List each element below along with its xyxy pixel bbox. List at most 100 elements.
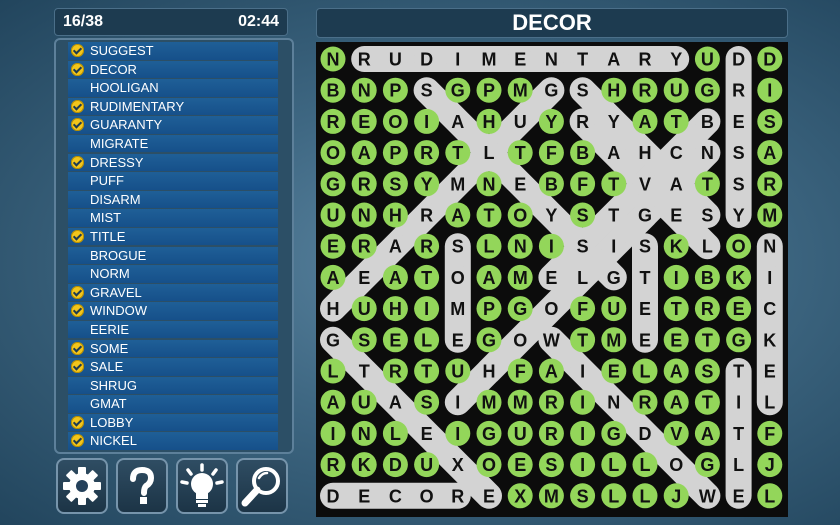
grid-cell[interactable]: E [351, 483, 377, 509]
grid-cell[interactable]: S [538, 452, 564, 478]
grid-cell[interactable]: G [601, 420, 627, 446]
grid-cell[interactable]: C [382, 483, 408, 509]
grid-cell[interactable]: I [538, 233, 564, 259]
help-button[interactable] [116, 458, 168, 514]
grid-cell[interactable]: Y [663, 46, 689, 72]
grid-cell[interactable]: A [663, 389, 689, 415]
grid-cell[interactable]: S [414, 77, 440, 103]
grid-cell[interactable]: B [320, 77, 346, 103]
grid-cell[interactable]: Y [538, 202, 564, 228]
grid-cell[interactable]: L [476, 140, 502, 166]
grid-cell[interactable]: M [757, 202, 783, 228]
grid-cell[interactable]: R [632, 389, 658, 415]
grid-cell[interactable]: Y [726, 202, 752, 228]
grid-cell[interactable]: L [726, 452, 752, 478]
grid-cell[interactable]: T [694, 171, 720, 197]
grid-cell[interactable]: T [632, 264, 658, 290]
grid-cell[interactable]: I [570, 358, 596, 384]
grid-cell[interactable]: K [663, 233, 689, 259]
grid-cell[interactable]: T [726, 358, 752, 384]
grid-cell[interactable]: S [570, 233, 596, 259]
grid-cell[interactable]: M [507, 77, 533, 103]
grid-cell[interactable]: N [351, 202, 377, 228]
letter-grid[interactable]: NRUDIMENTARYUDDBNPSGPMGSHRUGRIREOIAHUYRY… [316, 42, 788, 517]
grid-cell[interactable]: I [570, 420, 596, 446]
grid-cell[interactable]: R [570, 108, 596, 134]
grid-cell[interactable]: E [445, 327, 471, 353]
grid-cell[interactable]: A [476, 264, 502, 290]
grid-cell[interactable]: U [382, 46, 408, 72]
grid-cell[interactable]: E [507, 171, 533, 197]
grid-cell[interactable]: M [476, 46, 502, 72]
grid-cell[interactable]: N [351, 77, 377, 103]
grid-cell[interactable]: X [445, 452, 471, 478]
grid-cell[interactable]: N [507, 233, 533, 259]
grid-cell[interactable]: A [538, 358, 564, 384]
grid-cell[interactable]: U [601, 296, 627, 322]
grid-cell[interactable]: F [570, 171, 596, 197]
grid-cell[interactable]: A [382, 264, 408, 290]
grid-cell[interactable]: D [632, 420, 658, 446]
grid-cell[interactable]: E [382, 327, 408, 353]
grid-cell[interactable]: H [632, 140, 658, 166]
grid-cell[interactable]: C [757, 296, 783, 322]
grid-cell[interactable]: T [414, 358, 440, 384]
grid-cell[interactable]: U [414, 452, 440, 478]
grid-cell[interactable]: Y [601, 108, 627, 134]
grid-cell[interactable]: L [632, 452, 658, 478]
grid-cell[interactable]: R [320, 108, 346, 134]
grid-cell[interactable]: D [726, 46, 752, 72]
grid-cell[interactable]: N [351, 420, 377, 446]
grid-cell[interactable]: D [382, 452, 408, 478]
grid-cell[interactable]: E [663, 202, 689, 228]
grid-cell[interactable]: W [538, 327, 564, 353]
grid-cell[interactable]: M [445, 171, 471, 197]
grid-cell[interactable]: E [726, 108, 752, 134]
grid-cell[interactable]: T [445, 140, 471, 166]
grid-cell[interactable]: A [694, 420, 720, 446]
grid-cell[interactable]: A [351, 140, 377, 166]
grid-cell[interactable]: G [694, 77, 720, 103]
grid-cell[interactable]: H [476, 108, 502, 134]
grid-cell[interactable]: T [507, 140, 533, 166]
grid-cell[interactable]: H [382, 296, 408, 322]
grid-cell[interactable]: T [570, 327, 596, 353]
grid-cell[interactable]: R [694, 296, 720, 322]
grid-cell[interactable]: N [601, 389, 627, 415]
grid-cell[interactable]: S [382, 171, 408, 197]
grid-cell[interactable]: U [351, 296, 377, 322]
grid-cell[interactable]: L [320, 358, 346, 384]
grid-cell[interactable]: I [445, 389, 471, 415]
grid-cell[interactable]: S [351, 327, 377, 353]
grid-cell[interactable]: P [382, 140, 408, 166]
grid-cell[interactable]: I [320, 420, 346, 446]
grid-cell[interactable]: U [320, 202, 346, 228]
grid-cell[interactable]: G [694, 452, 720, 478]
grid-cell[interactable]: U [694, 46, 720, 72]
grid-cell[interactable]: G [726, 327, 752, 353]
grid-cell[interactable]: T [726, 420, 752, 446]
grid-cell[interactable]: O [414, 483, 440, 509]
grid-cell[interactable]: H [320, 296, 346, 322]
grid-cell[interactable]: E [320, 233, 346, 259]
grid-cell[interactable]: A [632, 108, 658, 134]
grid-cell[interactable]: A [601, 140, 627, 166]
grid-cell[interactable]: M [507, 389, 533, 415]
grid-cell[interactable]: S [726, 140, 752, 166]
grid-cell[interactable]: D [757, 46, 783, 72]
grid-cell[interactable]: U [507, 108, 533, 134]
grid-cell[interactable]: I [757, 264, 783, 290]
grid-cell[interactable]: E [726, 296, 752, 322]
grid-cell[interactable]: G [538, 77, 564, 103]
grid-cell[interactable]: R [445, 483, 471, 509]
grid-cell[interactable]: R [538, 389, 564, 415]
grid-cell[interactable]: I [445, 420, 471, 446]
grid-cell[interactable]: H [601, 77, 627, 103]
grid-cell[interactable]: R [757, 171, 783, 197]
grid-cell[interactable]: A [382, 233, 408, 259]
grid-cell[interactable]: V [663, 420, 689, 446]
grid-cell[interactable]: G [601, 264, 627, 290]
grid-cell[interactable]: T [694, 327, 720, 353]
grid-cell[interactable]: O [507, 327, 533, 353]
grid-cell[interactable]: L [382, 420, 408, 446]
